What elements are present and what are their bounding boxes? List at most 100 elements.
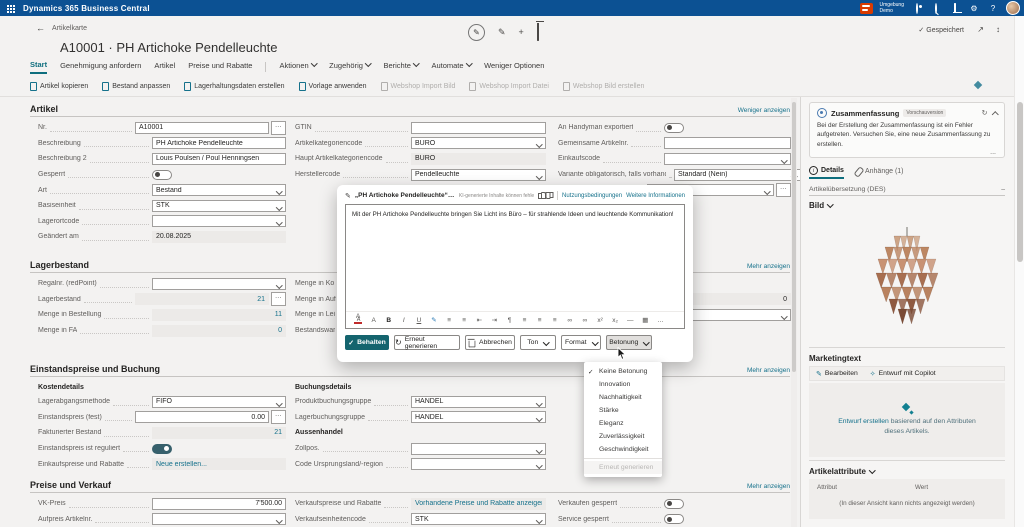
outdent-icon[interactable]: ⇤ <box>472 316 487 324</box>
section-title[interactable]: Einstandspreise und Buchung <box>30 364 160 374</box>
menu-automate[interactable]: Automate <box>431 61 471 73</box>
artikeluebersetzung-row[interactable]: Artikelübersetzung (DES) – <box>809 180 1005 196</box>
tab-artikel[interactable]: Artikel <box>154 61 175 73</box>
link-icon[interactable]: ∞ <box>562 317 577 324</box>
scrollbar-thumb[interactable] <box>792 102 796 372</box>
fakturierter-bestand-field[interactable]: 21 <box>152 427 286 439</box>
action-vorlage-anwenden[interactable]: Vorlage anwenden <box>299 82 367 91</box>
section-title[interactable]: Preise und Verkauf <box>30 480 111 490</box>
beschreibung2-input[interactable]: Louis Poulsen / Poul Henningsen <box>152 153 286 165</box>
paragraph-icon[interactable]: ¶ <box>502 317 517 324</box>
popout-icon[interactable]: ↗ <box>977 25 984 34</box>
refresh-icon[interactable]: ↻ <box>982 109 988 117</box>
gemeinsame-artikelnr-input[interactable] <box>664 137 791 149</box>
section-title[interactable]: Lagerbestand <box>30 260 89 270</box>
font-color-icon[interactable]: A <box>354 312 362 324</box>
marketing-text-editor[interactable]: Mit der PH Artichoke Pendelleuchte bring… <box>345 204 685 329</box>
edit-mode-button[interactable]: ✎ <box>468 24 485 41</box>
menu-zugehoerig[interactable]: Zugehörig <box>329 61 370 73</box>
art-select[interactable]: Bestand <box>152 184 286 196</box>
service-gesperrt-toggle[interactable] <box>664 514 684 524</box>
format-dropdown-button[interactable]: Format <box>561 335 601 350</box>
back-arrow-icon[interactable]: ← <box>36 23 45 33</box>
show-less-link[interactable]: Weniger anzeigen <box>738 107 790 114</box>
menu-item-staerke[interactable]: Stärke <box>584 404 662 417</box>
menu-aktionen[interactable]: Aktionen <box>279 61 316 73</box>
more-tools-icon[interactable]: … <box>653 317 668 324</box>
bold-icon[interactable]: B <box>381 317 396 324</box>
lagerbuchungsgruppe-select[interactable]: HANDEL <box>411 411 546 423</box>
menu-berichte[interactable]: Berichte <box>383 61 418 73</box>
herstellercode-select[interactable]: Pendelleuchte <box>411 169 546 181</box>
menu-item-eleganz[interactable]: Eleganz <box>584 417 662 430</box>
terms-link[interactable]: Nutzungsbedingungen <box>562 193 622 199</box>
bild-section-header[interactable]: Bild <box>809 196 1005 214</box>
app-launcher-icon[interactable] <box>7 5 9 7</box>
action-lagerhaltungsdaten-erstellen[interactable]: Lagerhaltungsdaten erstellen <box>184 82 284 91</box>
action-bestand-anpassen[interactable]: Bestand anpassen <box>102 82 170 91</box>
highlight-icon[interactable]: ✎ <box>426 316 441 324</box>
cancel-button[interactable]: Abbrechen <box>465 335 515 350</box>
vk-preis-input[interactable]: 7'500.00 <box>152 498 286 510</box>
variante-obligatorisch-select[interactable]: Standard (Nein) <box>674 169 801 181</box>
show-more-link[interactable]: Mehr anzeigen <box>747 483 790 490</box>
indent-icon[interactable]: ⇥ <box>487 316 502 324</box>
action-artikel-kopieren[interactable]: Artikel kopieren <box>30 82 88 91</box>
assist-edit-button[interactable] <box>271 292 286 306</box>
tab-preise-und-rabatte[interactable]: Preise und Rabatte <box>188 61 252 73</box>
copilot-icon[interactable] <box>911 4 923 13</box>
keep-button[interactable]: ✓Behalten <box>345 335 389 350</box>
more-options-icon[interactable]: ... <box>990 149 996 156</box>
einkaufscode-select[interactable] <box>664 153 791 165</box>
resize-icon[interactable]: ↕ <box>996 25 1000 34</box>
tab-start[interactable]: Start <box>30 60 47 74</box>
regenerate-button[interactable]: ↻Erneut generieren <box>394 335 460 350</box>
italic-icon[interactable]: I <box>396 317 411 324</box>
personalize-sparkle-icon[interactable] <box>974 81 982 89</box>
bullet-list-icon[interactable]: ≡ <box>442 317 457 324</box>
einstandspreis-input[interactable]: 0.00 <box>135 411 269 423</box>
artikelattribute-header[interactable]: Artikelattribute <box>809 464 1005 479</box>
entwurf-erstellen-link[interactable]: Entwurf erstellen <box>838 418 889 425</box>
tab-anhaenge[interactable]: Anhänge (1) <box>856 167 904 179</box>
tab-details[interactable]: Details <box>809 166 844 179</box>
gtin-input[interactable] <box>411 122 546 134</box>
underline-icon[interactable]: U <box>411 317 426 324</box>
artikelkategoriencode-select[interactable]: BÜRO <box>411 137 546 149</box>
ursprungsland-select[interactable] <box>411 458 546 470</box>
menu-item-innovation[interactable]: Innovation <box>584 378 662 391</box>
aufpreis-artikelnr-select[interactable] <box>152 513 286 525</box>
chevron-up-icon[interactable] <box>992 111 998 117</box>
align-left-icon[interactable]: ≡ <box>517 317 532 324</box>
menge-in-bestellung-field[interactable]: 11 <box>152 309 286 321</box>
item-picture[interactable] <box>809 214 1005 344</box>
thumbs-down-icon[interactable] <box>548 192 554 199</box>
gesperrt-toggle[interactable] <box>152 170 172 180</box>
lagerabgangsmethode-select[interactable]: FIFO <box>152 396 286 408</box>
lagerortcode-select[interactable] <box>152 215 286 227</box>
edit-list-icon[interactable]: ✎ <box>498 27 506 38</box>
verkaufseinheitencode-select[interactable]: STK <box>411 513 546 525</box>
tab-genehmigung-anfordern[interactable]: Genehmigung anfordern <box>60 61 141 73</box>
settings-gear-icon[interactable]: ⚙ <box>968 4 980 13</box>
breadcrumb[interactable]: Artikelkarte <box>52 25 87 32</box>
einkaufspreise-link-field[interactable]: Neue erstellen... <box>152 458 286 470</box>
produktbuchungsgruppe-select[interactable]: HANDEL <box>411 396 546 408</box>
scrollbar-thumb[interactable] <box>1017 102 1023 262</box>
show-more-link[interactable]: Mehr anzeigen <box>747 263 790 270</box>
delete-icon[interactable] <box>537 23 539 41</box>
search-icon[interactable] <box>930 4 942 13</box>
numbered-list-icon[interactable]: ≡ <box>457 317 472 324</box>
more-info-link[interactable]: Weitere Informationen <box>626 193 685 199</box>
menu-item-zuverlaessigkeit[interactable]: Zuverlässigkeit <box>584 430 662 443</box>
regalnr-select[interactable] <box>152 278 286 290</box>
emphasis-dropdown-button[interactable]: Betonung <box>606 335 652 350</box>
notifications-icon[interactable] <box>949 4 961 13</box>
assist-edit-button[interactable] <box>776 183 791 197</box>
beschreibung-input[interactable]: PH Artichoke Pendelleuchte <box>152 137 286 149</box>
assist-edit-button[interactable] <box>271 121 286 135</box>
horizontal-rule-icon[interactable]: — <box>623 317 638 324</box>
menu-item-nachhaltigkeit[interactable]: Nachhaltigkeit <box>584 391 662 404</box>
menge-in-fa-field[interactable]: 0 <box>152 325 286 337</box>
zollpos-select[interactable] <box>411 443 546 455</box>
